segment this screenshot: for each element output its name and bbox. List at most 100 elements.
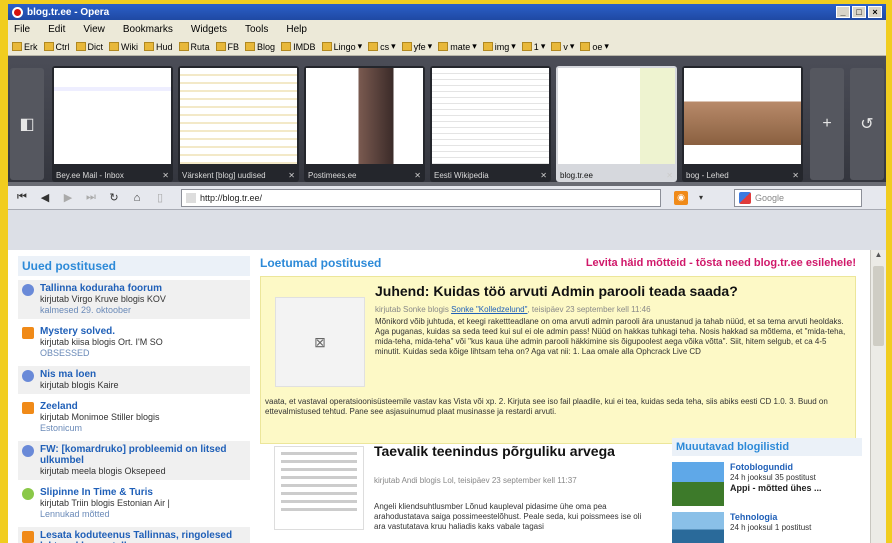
home-button[interactable]: ⌂ (127, 189, 147, 207)
menu-widgets[interactable]: Widgets (191, 24, 227, 35)
search-placeholder: Google (755, 192, 785, 203)
add-tile-button[interactable]: + (810, 68, 844, 180)
broken-image-icon: ⊠ (275, 297, 365, 387)
folder-icon (521, 42, 532, 51)
window-controls: _ □ × (836, 6, 882, 18)
speed-dial-tile[interactable]: Bey.ee Mail - Inbox ✕ (52, 66, 173, 182)
tile-caption: bog - Lehed (686, 171, 729, 180)
post-title[interactable]: Juhend: Kuidas töö arvuti Admin parooli … (375, 283, 738, 299)
scrollbar-thumb[interactable] (873, 266, 884, 346)
bookmark[interactable]: Blog (245, 42, 275, 52)
close-icon[interactable]: ✕ (162, 171, 169, 180)
bookmark[interactable]: FB (215, 42, 239, 52)
featured-post: ⊠ Juhend: Kuidas töö arvuti Admin parool… (260, 276, 856, 444)
post-thumbnail (274, 446, 364, 530)
minimize-button[interactable]: _ (836, 6, 850, 18)
post-body: Mõnikord võib juhtuda, et keegi rakettte… (375, 317, 846, 356)
reload-button[interactable]: ↻ (104, 189, 124, 207)
bookmark-icon (12, 42, 22, 51)
bookmark-folder[interactable]: img ▾ (482, 41, 516, 52)
bookmark-icon (75, 42, 86, 51)
blog-icon (22, 370, 34, 382)
close-icon[interactable]: ✕ (288, 171, 295, 180)
menu-view[interactable]: View (83, 24, 105, 35)
folder-icon (580, 42, 591, 51)
folder-icon (482, 42, 493, 51)
bookmark-folder[interactable]: Lingo ▾ (321, 41, 362, 52)
bookmark-folder[interactable]: 1 ▾ (521, 41, 545, 52)
close-button[interactable]: × (868, 6, 882, 18)
fast-forward-button[interactable]: ⏭ (81, 189, 101, 207)
bookmark[interactable]: Ctrl (43, 42, 70, 52)
speed-dial: ◧ Bey.ee Mail - Inbox ✕ Värskent [blog] … (8, 56, 886, 182)
bookmark-icon (144, 42, 154, 51)
menu-bookmarks[interactable]: Bookmarks (123, 24, 173, 35)
bookmark-folder[interactable]: cs ▾ (368, 41, 396, 52)
bookmarks-bar: Erk Ctrl Dict Wiki Hud Ruta FB Blog IMDB… (8, 38, 886, 56)
tile-preview (684, 68, 801, 164)
list-item[interactable]: Fotoblogundid 24 h jooksul 35 postitust … (672, 462, 862, 506)
menu-help[interactable]: Help (286, 24, 307, 35)
rss-feed-icon[interactable]: ◉ (674, 190, 688, 205)
menu-file[interactable]: File (14, 24, 30, 35)
tile-caption: Eesti Wikipedia (434, 171, 489, 180)
blog-icon (22, 445, 34, 457)
list-item[interactable]: Nis ma loen kirjutab blogis Kaire (18, 366, 250, 394)
blog-icon (22, 402, 34, 414)
menu-bar: File Edit View Bookmarks Widgets Tools H… (8, 20, 886, 38)
close-icon[interactable]: ✕ (666, 171, 673, 180)
rewind-button[interactable]: ⏮ (12, 189, 32, 207)
wand-button[interactable]: ▯ (150, 189, 170, 207)
sidebar-title: Uued postitused (18, 256, 250, 276)
panel-toggle-icon[interactable]: ◧ (10, 68, 44, 180)
bookmark-folder[interactable]: v ▾ (551, 41, 574, 52)
bookmark-icon (109, 42, 119, 51)
list-item[interactable]: Tallinna koduraha foorum kirjutab Virgo … (18, 280, 250, 319)
folder-icon (321, 42, 332, 51)
bookmark[interactable]: Erk (12, 42, 38, 52)
blog-icon (22, 488, 34, 500)
list-item[interactable]: FW: [komardruko] probleemid on litsed ul… (18, 441, 250, 480)
bookmark[interactable]: Ruta (178, 42, 210, 52)
history-icon[interactable]: ↺ (850, 68, 884, 180)
list-item[interactable]: Mystery solved. kirjutab kiisa blogis Or… (18, 323, 250, 362)
speed-dial-tile[interactable]: Värskent [blog] uudised ✕ (178, 66, 299, 182)
menu-edit[interactable]: Edit (48, 24, 65, 35)
speed-dial-tile[interactable]: Eesti Wikipedia ✕ (430, 66, 551, 182)
blog-icon (22, 327, 34, 339)
menu-tools[interactable]: Tools (245, 24, 268, 35)
post-title[interactable]: Taevalik teenindus põrguliku arvega (374, 444, 654, 459)
speed-dial-tile[interactable]: blog.tr.ee ✕ (556, 66, 677, 182)
browser-window: blog.tr.ee - Opera _ □ × File Edit View … (8, 4, 886, 543)
scroll-up-icon[interactable]: ▲ (871, 250, 886, 264)
back-button[interactable]: ◀ (35, 189, 55, 207)
close-icon[interactable]: ✕ (414, 171, 421, 180)
bookmark[interactable]: Wiki (109, 42, 138, 52)
speed-dial-tile[interactable]: bog - Lehed ✕ (682, 66, 803, 182)
tile-caption: Bey.ee Mail - Inbox (56, 171, 124, 180)
tile-caption: Värskent [blog] uudised (182, 171, 266, 180)
list-item[interactable]: Tehnologia 24 h jooksul 1 postitust (672, 512, 862, 543)
promo-link[interactable]: Levita häid mõtteid - tõsta need blog.tr… (586, 257, 856, 269)
close-icon[interactable]: ✕ (792, 171, 799, 180)
address-dropdown-icon[interactable]: ▾ (691, 189, 711, 207)
list-item[interactable]: Lesata koduteenus Tallinnas, ringolesed … (18, 527, 250, 543)
bookmark[interactable]: Dict (75, 42, 103, 52)
bookmark[interactable]: Hud (144, 42, 173, 52)
vertical-scrollbar[interactable]: ▲ (870, 250, 886, 543)
tile-preview (306, 68, 423, 164)
speed-dial-tile[interactable]: Postimees.ee ✕ (304, 66, 425, 182)
forward-button[interactable]: ▶ (58, 189, 78, 207)
bookmark[interactable]: IMDB (281, 42, 316, 52)
list-item[interactable]: Slipinne In Time & Turis kirjutab Triin … (18, 484, 250, 523)
blog-link[interactable]: Sonke "Kolledzelund" (451, 305, 527, 314)
search-input[interactable]: Google (734, 188, 862, 207)
bookmark-folder[interactable]: oe ▾ (580, 41, 609, 52)
bookmark-icon (43, 42, 54, 51)
bookmark-folder[interactable]: yfe ▾ (401, 41, 432, 52)
maximize-button[interactable]: □ (852, 6, 866, 18)
bookmark-folder[interactable]: mate ▾ (438, 41, 477, 52)
address-bar[interactable]: http://blog.tr.ee/ (181, 188, 661, 207)
list-item[interactable]: Zeeland kirjutab Monimoe Stiller blogis … (18, 398, 250, 437)
close-icon[interactable]: ✕ (540, 171, 547, 180)
